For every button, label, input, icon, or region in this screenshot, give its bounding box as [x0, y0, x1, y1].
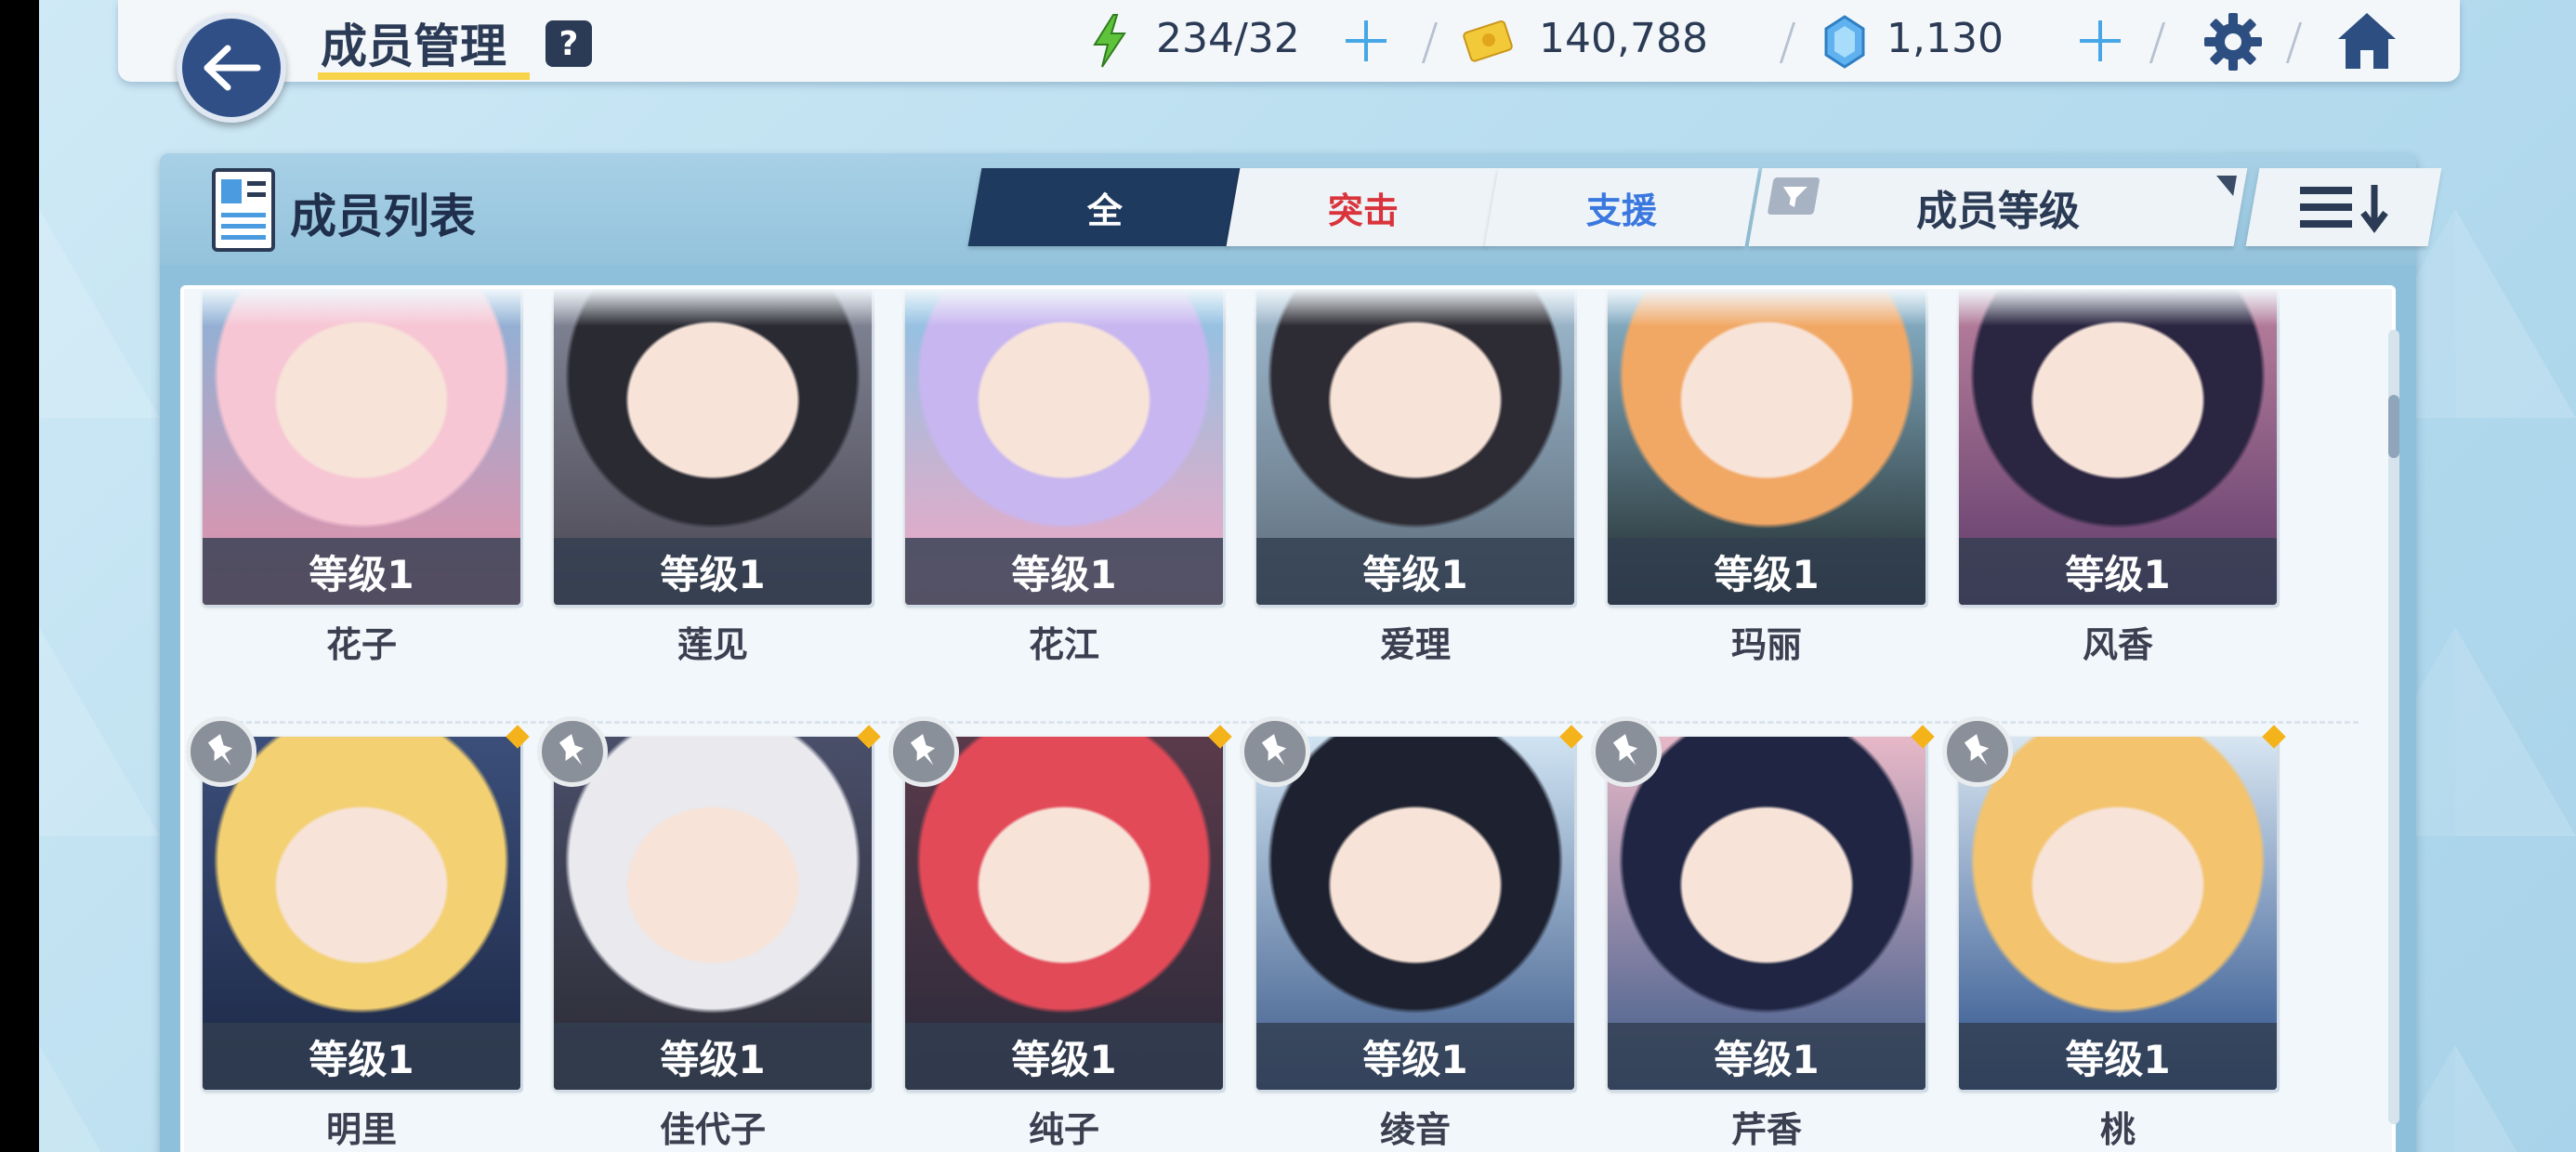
tab-striker[interactable]: 突击 — [1226, 168, 1501, 246]
student-name: 花子 — [325, 624, 397, 665]
student-portrait: 等级1 — [1959, 737, 2277, 1090]
pin-icon[interactable] — [888, 716, 959, 787]
student-name: 明里 — [325, 1109, 397, 1150]
student-name: 花江 — [1028, 624, 1099, 665]
level-label: 等级1 — [554, 1023, 872, 1090]
credit-icon — [1463, 20, 1513, 62]
tab-all-label: 全 — [1086, 190, 1123, 231]
student-portrait: 等级1 — [554, 737, 872, 1090]
ap-plus-icon[interactable] — [1340, 15, 1392, 67]
ap-bolt-icon — [1093, 14, 1126, 68]
pin-icon[interactable] — [186, 716, 256, 787]
student-name: 纯子 — [1028, 1109, 1099, 1150]
level-label: 等级1 — [203, 538, 520, 605]
gem-plus-icon[interactable] — [2074, 15, 2126, 67]
student-portrait: 等级1 — [905, 737, 1223, 1090]
student-portrait: 等级1 — [203, 737, 520, 1090]
level-label: 等级1 — [905, 538, 1223, 605]
level-label: 等级1 — [1608, 538, 1925, 605]
pin-icon[interactable] — [1942, 716, 2013, 787]
tab-special[interactable]: 支援 — [1484, 168, 1759, 246]
pin-icon[interactable] — [537, 716, 608, 787]
student-name: 佳代子 — [659, 1109, 766, 1150]
student-portrait: 等级1 — [203, 289, 520, 605]
roster-icon — [212, 168, 275, 252]
student-name: 芹香 — [1730, 1109, 1802, 1150]
tab-striker-label: 突击 — [1327, 190, 1399, 231]
gear-icon[interactable] — [2202, 11, 2264, 72]
sort-order-icon — [2300, 185, 2388, 233]
back-arrow-icon — [204, 45, 261, 91]
gem-icon — [1824, 15, 1865, 69]
credits-value: 140,788 — [1539, 15, 1708, 62]
sort-order-button[interactable] — [2245, 168, 2442, 246]
level-label: 等级1 — [905, 1023, 1223, 1090]
student-portrait: 等级1 — [1959, 289, 2277, 605]
student-portrait: 等级1 — [1608, 289, 1925, 605]
student-portrait: 等级1 — [1256, 737, 1574, 1090]
level-label: 等级1 — [1959, 538, 2277, 605]
screen: 成员管理 ? 234/32 140,788 1,130 成员列表 全 突击 支援… — [39, 0, 2576, 1152]
student-portrait: 等级1 — [1256, 289, 1574, 605]
level-label: 等级1 — [1256, 1023, 1574, 1090]
level-label: 等级1 — [203, 1023, 520, 1090]
tab-special-label: 支援 — [1585, 190, 1657, 231]
sort-dropdown[interactable]: 成员等级 — [1748, 168, 2248, 246]
pin-icon[interactable] — [1240, 716, 1310, 787]
help-button[interactable]: ? — [545, 20, 592, 67]
dropdown-corner-icon — [2213, 176, 2237, 196]
level-label: 等级1 — [1256, 538, 1574, 605]
student-portrait: 等级1 — [905, 289, 1223, 605]
home-icon[interactable] — [2334, 9, 2399, 72]
title-underline — [318, 72, 530, 80]
student-name: 莲见 — [677, 624, 748, 665]
sort-label: 成员等级 — [1916, 188, 2080, 235]
ap-value: 234/32 — [1156, 15, 1300, 62]
student-name: 风香 — [2082, 624, 2153, 665]
pin-icon[interactable] — [1591, 716, 1662, 787]
student-list-panel: 成员列表 全 突击 支援 成员等级 等级1 花子 等级1 莲见 等级1 花江 等级1 爱 — [160, 153, 2442, 1152]
page-title: 成员管理 — [321, 20, 506, 73]
scrollbar-track[interactable] — [2388, 330, 2399, 1124]
scrollbar-thumb[interactable] — [2388, 395, 2399, 458]
student-name: 桃 — [2099, 1109, 2136, 1150]
scroll-fade — [184, 289, 2392, 326]
student-grid[interactable]: 等级1 花子 等级1 莲见 等级1 花江 等级1 爱理 等级1 玛丽 等级1 风香 等级1 明里 等级1 佳代… — [180, 285, 2396, 1152]
panel-title: 成员列表 — [290, 190, 476, 243]
level-label: 等级1 — [1959, 1023, 2277, 1090]
student-portrait: 等级1 — [554, 289, 872, 605]
student-portrait: 等级1 — [1608, 737, 1925, 1090]
back-button[interactable] — [177, 13, 286, 123]
level-label: 等级1 — [1608, 1023, 1925, 1090]
student-name: 玛丽 — [1730, 624, 1802, 665]
filter-icon — [1768, 177, 1820, 215]
gems-value: 1,130 — [1886, 15, 2004, 62]
student-name: 爱理 — [1379, 624, 1451, 665]
tab-all[interactable]: 全 — [967, 168, 1242, 246]
level-label: 等级1 — [554, 538, 872, 605]
student-name: 绫音 — [1379, 1109, 1451, 1150]
